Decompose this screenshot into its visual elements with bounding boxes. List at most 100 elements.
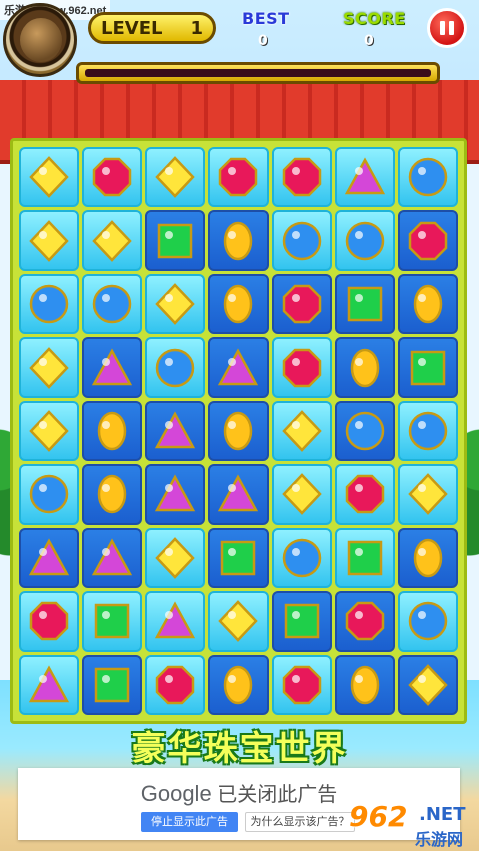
board-cell[interactable] — [334, 464, 395, 525]
board-cell[interactable] — [19, 591, 80, 652]
level-indicator: LEVEL 1 — [88, 12, 216, 44]
board-cell[interactable] — [19, 527, 80, 589]
blue-round-gem-icon — [343, 409, 387, 453]
green-square-gem-icon — [280, 599, 324, 643]
yellow-diamond-gem-icon — [27, 155, 71, 199]
board-cell[interactable] — [271, 147, 332, 208]
board-cell[interactable] — [397, 210, 458, 271]
orange-oval-gem-icon — [90, 409, 134, 453]
red-octagon-gem-icon — [280, 346, 324, 390]
board-cell[interactable] — [82, 210, 143, 271]
board-cell[interactable] — [145, 591, 206, 652]
board-cell[interactable] — [208, 210, 269, 271]
board-cell[interactable] — [208, 400, 269, 462]
board-cell[interactable] — [334, 654, 395, 715]
board-cell[interactable] — [19, 147, 80, 208]
purple-triangle-gem-icon — [90, 536, 134, 580]
board-cell[interactable] — [397, 400, 458, 462]
orange-oval-gem-icon — [90, 472, 134, 516]
board-cell[interactable] — [334, 591, 395, 652]
board-cell[interactable] — [334, 527, 395, 589]
google-logo: Google — [140, 781, 212, 806]
board-cell[interactable] — [82, 527, 143, 589]
orange-oval-gem-icon — [406, 536, 450, 580]
yellow-diamond-gem-icon — [27, 219, 71, 263]
board-cell[interactable] — [145, 210, 206, 271]
board-cell[interactable] — [334, 147, 395, 208]
yellow-diamond-gem-icon — [27, 346, 71, 390]
board-cell[interactable] — [397, 147, 458, 208]
board-cell[interactable] — [82, 591, 143, 652]
yellow-diamond-gem-icon — [153, 536, 197, 580]
green-square-gem-icon — [343, 536, 387, 580]
score-value: 0 — [364, 33, 374, 49]
board-cell[interactable] — [334, 210, 395, 271]
board-cell[interactable] — [19, 400, 80, 462]
board-cell[interactable] — [208, 654, 269, 715]
green-square-gem-icon — [216, 536, 260, 580]
why-this-ad-button[interactable]: 为什么显示该广告？ — [245, 812, 355, 832]
orange-oval-gem-icon — [343, 346, 387, 390]
board-cell[interactable] — [19, 337, 80, 398]
green-square-gem-icon — [153, 219, 197, 263]
board-cell[interactable] — [397, 654, 458, 715]
board-cell[interactable] — [145, 464, 206, 525]
yellow-diamond-gem-icon — [406, 663, 450, 707]
board-cell[interactable] — [334, 400, 395, 462]
best-label: BEST — [242, 9, 290, 28]
board-cell[interactable] — [397, 464, 458, 525]
board-cell[interactable] — [397, 527, 458, 589]
board-cell[interactable] — [82, 400, 143, 462]
board-cell[interactable] — [19, 210, 80, 271]
board-cell[interactable] — [145, 654, 206, 715]
board-cell[interactable] — [19, 273, 80, 335]
blue-round-gem-icon — [406, 409, 450, 453]
pause-button[interactable] — [427, 8, 467, 48]
yellow-diamond-gem-icon — [153, 155, 197, 199]
board-cell[interactable] — [145, 527, 206, 589]
board-cell[interactable] — [82, 273, 143, 335]
red-octagon-gem-icon — [27, 599, 71, 643]
board-cell[interactable] — [397, 337, 458, 398]
board-cell[interactable] — [397, 273, 458, 335]
board-cell[interactable] — [82, 147, 143, 208]
purple-triangle-gem-icon — [216, 346, 260, 390]
board-cell[interactable] — [145, 147, 206, 208]
board-cell[interactable] — [271, 210, 332, 271]
board-cell[interactable] — [19, 464, 80, 525]
board-cell[interactable] — [397, 591, 458, 652]
watermark-logo: 962 .NET 乐游网 — [345, 800, 475, 849]
board-cell[interactable] — [145, 337, 206, 398]
board-cell[interactable] — [271, 591, 332, 652]
board-cell[interactable] — [271, 400, 332, 462]
red-octagon-gem-icon — [280, 282, 324, 326]
board-cell[interactable] — [271, 273, 332, 335]
board-cell[interactable] — [208, 147, 269, 208]
board-cell[interactable] — [208, 337, 269, 398]
board-cell[interactable] — [208, 273, 269, 335]
orange-oval-gem-icon — [216, 409, 260, 453]
board-cell[interactable] — [334, 337, 395, 398]
stop-showing-ad-button[interactable]: 停止显示此广告 — [141, 812, 238, 832]
board-cell[interactable] — [145, 273, 206, 335]
player-avatar — [3, 3, 77, 77]
ad-message: 已关闭此广告 — [217, 784, 338, 806]
board-cell[interactable] — [19, 654, 80, 715]
blue-round-gem-icon — [343, 219, 387, 263]
board-cell[interactable] — [82, 464, 143, 525]
progress-track — [85, 69, 431, 77]
red-octagon-gem-icon — [90, 155, 134, 199]
purple-triangle-gem-icon — [343, 155, 387, 199]
blue-round-gem-icon — [406, 155, 450, 199]
board-cell[interactable] — [271, 527, 332, 589]
board-cell[interactable] — [208, 591, 269, 652]
board-cell[interactable] — [82, 654, 143, 715]
board-cell[interactable] — [208, 527, 269, 589]
board-cell[interactable] — [271, 464, 332, 525]
board-cell[interactable] — [82, 337, 143, 398]
board-cell[interactable] — [145, 400, 206, 462]
board-cell[interactable] — [271, 337, 332, 398]
board-cell[interactable] — [208, 464, 269, 525]
board-cell[interactable] — [271, 654, 332, 715]
board-cell[interactable] — [334, 273, 395, 335]
